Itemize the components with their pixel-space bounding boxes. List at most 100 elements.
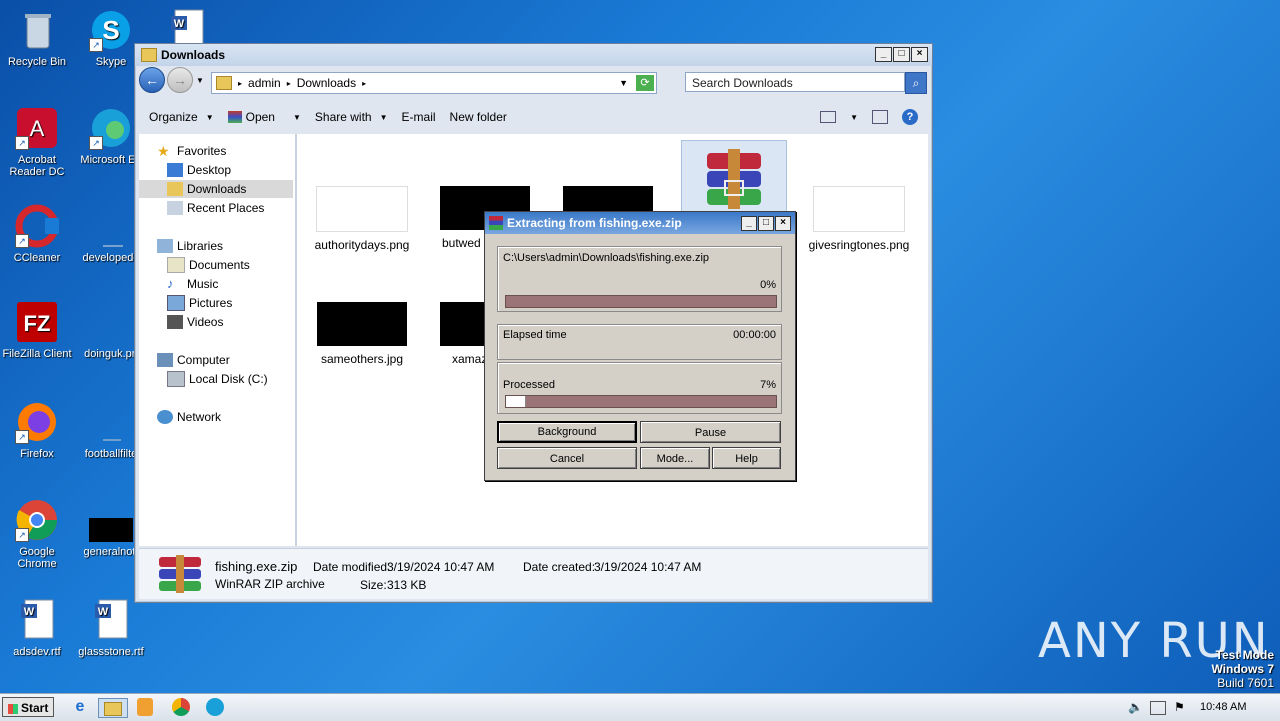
image-file-icon bbox=[89, 204, 133, 248]
media-player-icon[interactable] bbox=[137, 698, 153, 716]
test-mode-line: Windows 7 bbox=[1211, 662, 1274, 676]
nav-label: Videos bbox=[187, 315, 224, 329]
recent-places-icon bbox=[167, 201, 183, 215]
email-button[interactable]: E-mail bbox=[402, 110, 436, 124]
nav-network[interactable]: Network bbox=[157, 408, 311, 426]
desktop-icon-recycle-bin[interactable]: Recycle Bin bbox=[0, 8, 74, 68]
explorer-titlebar[interactable]: Downloads _ □ × bbox=[135, 44, 932, 66]
skype-icon: S ↗ bbox=[89, 8, 133, 52]
ccleaner-icon: ↗ bbox=[15, 204, 59, 248]
view-options-icon[interactable] bbox=[820, 111, 837, 123]
file-item[interactable]: authoritydays.png bbox=[307, 186, 417, 252]
elapsed-value: 00:00:00 bbox=[733, 329, 776, 341]
documents-icon bbox=[167, 257, 185, 273]
search-icon[interactable]: ⌕ bbox=[905, 72, 927, 94]
new-folder-button[interactable]: New folder bbox=[450, 110, 507, 124]
test-mode-line: Build 7601 bbox=[1217, 676, 1274, 690]
ie-icon[interactable]: e bbox=[70, 698, 90, 716]
clock[interactable]: 10:48 AM bbox=[1200, 701, 1246, 713]
forward-button[interactable]: → bbox=[167, 67, 193, 93]
maximize-button[interactable]: □ bbox=[758, 216, 774, 231]
history-dropdown-icon[interactable]: ▼ bbox=[196, 76, 204, 85]
dialog-titlebar[interactable]: Extracting from fishing.exe.zip _ □ × bbox=[485, 212, 795, 234]
address-bar[interactable]: ▸ admin ▸ Downloads ▸ ▼ ⟳ bbox=[211, 72, 657, 94]
shortcut-arrow-icon: ↗ bbox=[15, 528, 29, 542]
minimize-button[interactable]: _ bbox=[875, 47, 892, 62]
image-thumbnail bbox=[317, 302, 407, 346]
organize-label: Organize bbox=[149, 110, 198, 124]
chrome-taskbar-icon[interactable] bbox=[172, 698, 190, 716]
desktop-icon-acrobat[interactable]: A ↗ Acrobat Reader DC bbox=[0, 106, 74, 178]
chevron-down-icon: ▼ bbox=[205, 112, 214, 122]
share-with-button[interactable]: Share with ▼ bbox=[315, 110, 388, 124]
search-input[interactable]: Search Downloads bbox=[685, 72, 905, 92]
open-button[interactable]: Open ▼ bbox=[227, 110, 301, 124]
preview-pane-icon[interactable] bbox=[872, 110, 888, 124]
nav-label: Desktop bbox=[187, 163, 232, 177]
libraries-icon bbox=[157, 239, 173, 253]
nav-computer[interactable]: Computer bbox=[157, 351, 311, 369]
pause-button[interactable]: Pause bbox=[640, 421, 781, 443]
address-dropdown-icon[interactable]: ▼ bbox=[619, 78, 628, 88]
nav-libraries[interactable]: Libraries bbox=[157, 237, 311, 255]
maximize-button[interactable]: □ bbox=[893, 47, 910, 62]
new-folder-label: New folder bbox=[449, 110, 507, 124]
file-progress-bar bbox=[505, 295, 777, 308]
start-button[interactable]: Start bbox=[2, 697, 54, 717]
shortcut-arrow-icon: ↗ bbox=[89, 38, 103, 52]
close-button[interactable]: × bbox=[775, 216, 791, 231]
word-document-icon: W bbox=[15, 598, 59, 642]
filezilla-icon: FZ bbox=[15, 300, 59, 344]
nav-favorites[interactable]: ★ Favorites bbox=[157, 142, 311, 160]
background-button[interactable]: Background bbox=[497, 421, 637, 443]
breadcrumb-separator-icon[interactable]: ▸ bbox=[362, 79, 366, 88]
image-file-icon bbox=[89, 498, 135, 542]
shortcut-arrow-icon: ↗ bbox=[15, 136, 29, 150]
cancel-button[interactable]: Cancel bbox=[497, 447, 637, 469]
svg-text:A: A bbox=[30, 116, 45, 141]
minimize-button[interactable]: _ bbox=[741, 216, 757, 231]
breadcrumb-separator-icon[interactable]: ▸ bbox=[238, 79, 242, 88]
breadcrumb-separator-icon[interactable]: ▸ bbox=[287, 79, 291, 88]
desktop-icon-label: adsdev.rtf bbox=[13, 646, 61, 658]
breadcrumb-admin[interactable]: admin bbox=[248, 76, 281, 90]
details-created-value: 3/19/2024 10:47 AM bbox=[594, 560, 702, 574]
desktop-icon-ccleaner[interactable]: ↗ CCleaner bbox=[0, 204, 74, 264]
processed-panel: Processed 7% bbox=[497, 362, 782, 414]
breadcrumb-downloads[interactable]: Downloads bbox=[297, 76, 356, 90]
file-item[interactable]: sameothers.jpg bbox=[307, 302, 417, 366]
desktop-icon-glassstone[interactable]: W glassstone.rtf bbox=[74, 598, 148, 658]
pictures-icon bbox=[167, 295, 185, 311]
folder-icon bbox=[104, 702, 122, 716]
desktop-icon-chrome[interactable]: ↗ Google Chrome bbox=[0, 498, 74, 570]
acrobat-icon: A ↗ bbox=[15, 106, 59, 150]
refresh-icon[interactable]: ⟳ bbox=[636, 75, 654, 91]
explorer-taskbar-icon[interactable] bbox=[98, 698, 128, 718]
desktop-icon-firefox[interactable]: ↗ Firefox bbox=[0, 400, 74, 460]
back-button[interactable]: ← bbox=[139, 67, 165, 93]
elapsed-panel: Elapsed time 00:00:00 bbox=[497, 324, 782, 360]
close-button[interactable]: × bbox=[911, 47, 928, 62]
help-button[interactable]: Help bbox=[712, 447, 781, 469]
chevron-down-icon[interactable]: ▼ bbox=[850, 113, 858, 122]
desktop-icon-adsdev[interactable]: W adsdev.rtf bbox=[0, 598, 74, 658]
edge-taskbar-icon[interactable] bbox=[206, 698, 224, 716]
flag-icon[interactable]: ⚑ bbox=[1174, 700, 1185, 714]
desktop-icon bbox=[167, 163, 183, 177]
image-file-icon bbox=[89, 300, 133, 344]
file-item[interactable]: givesringtones.png bbox=[799, 186, 919, 252]
shortcut-arrow-icon: ↗ bbox=[15, 234, 29, 248]
svg-text:W: W bbox=[24, 606, 35, 618]
image-thumbnail bbox=[316, 186, 408, 232]
mode-button[interactable]: Mode... bbox=[640, 447, 710, 469]
volume-icon[interactable]: 🔈 bbox=[1128, 700, 1143, 714]
help-icon[interactable]: ? bbox=[902, 109, 918, 125]
nav-downloads[interactable]: Downloads bbox=[139, 180, 293, 198]
network-tray-icon[interactable] bbox=[1150, 701, 1166, 715]
star-icon: ★ bbox=[157, 143, 170, 159]
winrar-icon bbox=[157, 555, 203, 593]
file-item-selected-archive[interactable] bbox=[681, 140, 787, 218]
organize-button[interactable]: Organize ▼ bbox=[149, 110, 214, 124]
shortcut-arrow-icon: ↗ bbox=[89, 136, 103, 150]
desktop-icon-filezilla[interactable]: FZ FileZilla Client bbox=[0, 300, 74, 360]
